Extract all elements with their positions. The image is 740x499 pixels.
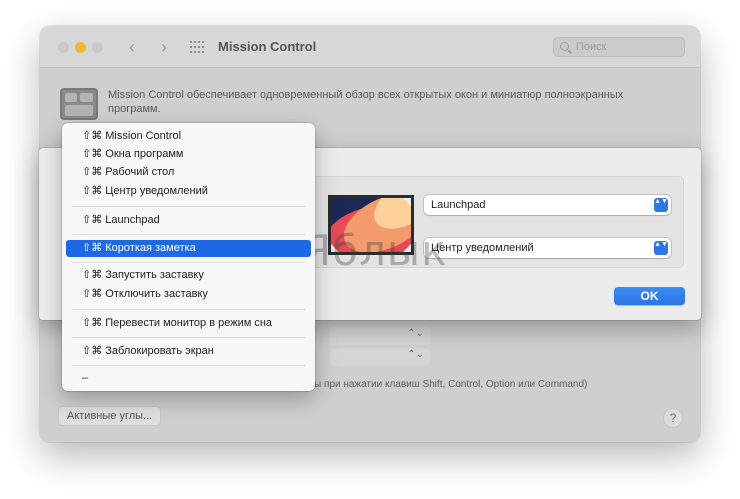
menu-separator: [72, 262, 305, 263]
stepper-arrows-icon: ▲▼: [654, 241, 668, 255]
top-right-corner-value: Launchpad: [431, 199, 486, 211]
minimize-window-button[interactable]: [75, 42, 86, 53]
forward-button[interactable]: ›: [154, 35, 174, 59]
bottom-right-corner-popup[interactable]: Центр уведомлений ▲▼: [424, 238, 671, 258]
search-field[interactable]: Поиск: [553, 37, 685, 57]
menu-item-none[interactable]: –: [66, 370, 311, 387]
close-window-button[interactable]: [58, 42, 69, 53]
window-title: Mission Control: [218, 39, 317, 54]
mission-control-app-icon: [60, 88, 98, 120]
menu-item-quick-note[interactable]: ⇧⌘ Короткая заметка: [66, 240, 311, 257]
menu-item-notification-center[interactable]: ⇧⌘ Центр уведомлений: [66, 183, 311, 200]
ok-button[interactable]: OK: [614, 287, 685, 305]
background-select-2: ⌃⌄: [330, 348, 430, 366]
description-text: Mission Control обеспечивает одновременн…: [108, 89, 624, 115]
show-all-grid-icon[interactable]: [190, 41, 204, 53]
title-bar: ‹ › Mission Control Поиск: [40, 26, 700, 68]
top-right-corner-popup[interactable]: Launchpad ▲▼: [424, 195, 671, 215]
watermark-text: Яблык: [302, 226, 448, 275]
active-corners-button[interactable]: Активные углы...: [58, 406, 162, 426]
background-select-1: ⌃⌄: [330, 327, 430, 345]
stepper-arrows-icon: ▲▼: [654, 198, 668, 212]
corner-action-menu: ⇧⌘ Mission Control ⇧⌘ Окна программ ⇧⌘ Р…: [62, 123, 315, 391]
chevron-right-icon: ›: [161, 37, 167, 57]
search-icon: [560, 42, 569, 51]
help-button[interactable]: ?: [663, 408, 683, 428]
menu-separator: [72, 309, 305, 310]
menu-item-launchpad[interactable]: ⇧⌘ Launchpad: [66, 212, 311, 229]
menu-separator: [72, 206, 305, 207]
chevron-left-icon: ‹: [129, 37, 135, 57]
menu-item-app-windows[interactable]: ⇧⌘ Окна программ: [66, 146, 311, 163]
search-placeholder: Поиск: [576, 41, 607, 53]
menu-separator: [72, 337, 305, 338]
menu-item-disable-screensaver[interactable]: ⇧⌘ Отключить заставку: [66, 286, 311, 303]
zoom-window-button[interactable]: [92, 42, 103, 53]
menu-item-start-screensaver[interactable]: ⇧⌘ Запустить заставку: [66, 267, 311, 284]
modifier-hint-text: ы при нажатии клавиш Shift, Control, Opt…: [314, 379, 588, 390]
menu-item-lock-screen[interactable]: ⇧⌘ Заблокировать экран: [66, 343, 311, 360]
menu-separator: [72, 365, 305, 366]
menu-item-mission-control[interactable]: ⇧⌘ Mission Control: [66, 128, 311, 145]
corner-top-right-marker: [403, 198, 411, 206]
chevron-updown-icon: ⌃⌄: [407, 328, 424, 339]
chevron-updown-icon: ⌃⌄: [407, 349, 424, 360]
menu-item-put-display-to-sleep[interactable]: ⇧⌘ Перевести монитор в режим сна: [66, 315, 311, 332]
back-button[interactable]: ‹: [122, 35, 142, 59]
menu-separator: [72, 234, 305, 235]
menu-item-desktop[interactable]: ⇧⌘ Рабочий стол: [66, 164, 311, 181]
